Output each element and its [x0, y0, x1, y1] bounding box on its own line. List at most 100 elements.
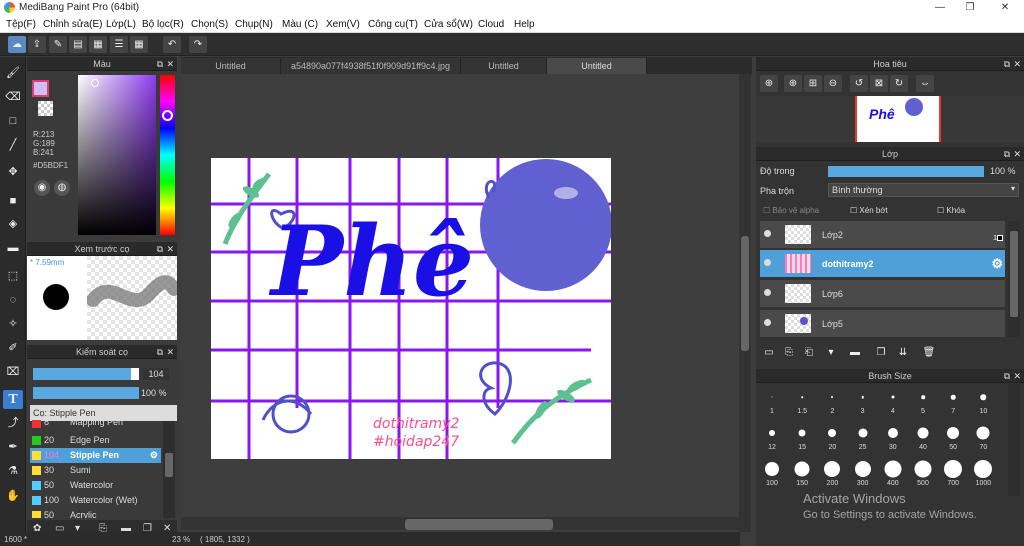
zoom-out-icon[interactable]: ⊖ — [824, 75, 842, 92]
lasso-tool-icon[interactable]: ◌ — [3, 291, 23, 310]
brush-size-700[interactable]: 700 — [938, 457, 968, 487]
brush-item-watercolor-wet[interactable]: 100 Watercolor (Wet) — [30, 493, 161, 508]
secondary-color-swatch[interactable] — [38, 101, 53, 116]
brush-size-scrollbar[interactable] — [1008, 384, 1020, 496]
brush-list-scrollbar[interactable] — [163, 421, 175, 518]
brush-size-300[interactable]: 300 — [848, 457, 878, 487]
document-icon[interactable]: ▦ — [89, 36, 107, 53]
layer-add-menu-icon[interactable]: ▾ — [822, 344, 840, 361]
brush-size-50[interactable]: 50 — [938, 421, 968, 451]
float-icon[interactable]: ⧉ — [1004, 147, 1010, 161]
brush-search-input[interactable]: Cọ: Stipple Pen — [30, 405, 177, 421]
tab-untitled-active[interactable]: Untitled — [547, 58, 647, 74]
shape-tool-icon[interactable]: □ — [3, 112, 23, 131]
brush-size-1000[interactable]: 1000 — [968, 457, 998, 487]
brush-size-25[interactable]: 25 — [848, 421, 878, 451]
brush-size-200[interactable]: 200 — [817, 457, 847, 487]
brush-size-30[interactable]: 30 — [878, 421, 908, 451]
clip-checkbox[interactable]: ☐ Xén bớt — [850, 206, 888, 215]
select-rect-tool-icon[interactable]: ⬚ — [3, 267, 23, 286]
layer-row-lop6[interactable]: Lớp6 — [760, 280, 1005, 308]
eye-icon[interactable] — [764, 259, 771, 266]
minimize-button[interactable]: — — [925, 0, 955, 16]
brush-size-100[interactable]: 100 — [757, 457, 787, 487]
brush-size-500[interactable]: 500 — [908, 457, 938, 487]
maximize-button[interactable]: ❐ — [955, 0, 985, 16]
fit-window-icon[interactable]: ⊠ — [870, 75, 888, 92]
fill-rect-tool-icon[interactable]: ■ — [3, 192, 23, 211]
primary-color-swatch[interactable] — [32, 80, 49, 97]
saturation-value-picker[interactable] — [78, 75, 156, 235]
size-slider[interactable] — [33, 368, 139, 380]
tab-image-file[interactable]: a54890a077f4938f51f0f909d91ff9c4.jpg — [281, 58, 461, 74]
brush-tool-icon[interactable]: 🖌 — [3, 64, 23, 83]
eye-icon[interactable] — [764, 230, 771, 237]
tab-untitled-1[interactable]: Untitled — [181, 58, 281, 74]
tab-untitled-2[interactable]: Untitled — [461, 58, 547, 74]
trash-icon[interactable]: 🗑 — [920, 344, 938, 361]
brush-item-acrylic[interactable]: 50 Acrylic — [30, 508, 161, 518]
brush-size-7[interactable]: 7 — [938, 385, 968, 415]
layer-row-lop5[interactable]: Lớp5 — [760, 310, 1005, 338]
grid-icon[interactable]: ▦ — [130, 36, 148, 53]
menu-file[interactable]: Tệp(F) — [6, 19, 36, 30]
redo-icon[interactable]: ↷ — [189, 36, 207, 53]
brush-item-mapping-pen[interactable]: 8 Mapping Pen — [30, 420, 161, 428]
menu-view[interactable]: Xem(V) — [326, 19, 360, 30]
brush-size-3[interactable]: 3 — [848, 385, 878, 415]
eyedropper-tool-icon[interactable]: ⚗ — [3, 462, 23, 481]
blend-mode-select[interactable]: Bình thường ▾ — [828, 183, 1019, 197]
close-window-button[interactable]: ✕ — [990, 0, 1020, 16]
hand-tool-icon[interactable]: ✋ — [3, 487, 23, 506]
brush-size-20[interactable]: 20 — [817, 421, 847, 451]
gradient-tool-icon[interactable]: ▬ — [3, 239, 23, 258]
menu-cloud[interactable]: Cloud — [478, 19, 504, 30]
new-layer-icon[interactable]: ▭ — [760, 344, 778, 361]
close-icon[interactable]: ✕ — [1013, 147, 1021, 161]
gear-icon[interactable]: ⚙ — [150, 448, 158, 463]
operation-tool-icon[interactable]: ⤴ — [3, 414, 23, 433]
brush-size-150[interactable]: 150 — [787, 457, 817, 487]
brush-size-70[interactable]: 70 — [968, 421, 998, 451]
size-value[interactable]: 104 — [143, 368, 169, 380]
zoom-in-icon[interactable]: ⊕ — [784, 75, 802, 92]
brush-item-sumi[interactable]: 30 Sumi — [30, 463, 161, 478]
brush-size-1.5[interactable]: 1.5 — [787, 385, 817, 415]
float-icon[interactable]: ⧉ — [157, 57, 163, 71]
float-icon[interactable]: ⧉ — [157, 242, 163, 256]
share-icon[interactable]: ⇪ — [28, 36, 46, 53]
menu-color[interactable]: Màu (C) — [282, 19, 318, 30]
brush-size-2[interactable]: 2 — [817, 385, 847, 415]
menu-capture[interactable]: Chụp(N) — [235, 19, 273, 30]
select-pen-tool-icon[interactable]: ✐ — [3, 339, 23, 358]
eye-icon[interactable] — [764, 319, 771, 326]
merge-layer-icon[interactable]: ⇊ — [894, 344, 912, 361]
canvas-vertical-thumb[interactable] — [741, 236, 749, 351]
list-icon[interactable]: ☰ — [110, 36, 128, 53]
layer-folder-icon[interactable]: ▬ — [846, 344, 864, 361]
menu-filter[interactable]: Bộ lọc(R) — [142, 19, 184, 30]
palette-icon[interactable]: ◉ — [34, 180, 50, 196]
zoom-fit-icon[interactable]: ⊕ — [760, 75, 778, 92]
menu-window[interactable]: Cửa sổ(W) — [424, 19, 473, 30]
menu-edit[interactable]: Chỉnh sửa(E) — [43, 19, 103, 30]
undo-icon[interactable]: ↶ — [163, 36, 181, 53]
brush-size-4[interactable]: 4 — [878, 385, 908, 415]
magic-wand-tool-icon[interactable]: ✧ — [3, 315, 23, 334]
brush-size-12[interactable]: 12 — [757, 421, 787, 451]
rotate-left-icon[interactable]: ↺ — [850, 75, 868, 92]
text-tool-icon[interactable]: T — [3, 390, 23, 409]
protect-alpha-checkbox[interactable]: ☐ Bảo vệ alpha — [763, 206, 819, 215]
float-icon[interactable]: ⧉ — [1004, 57, 1010, 71]
brush-size-5[interactable]: 5 — [908, 385, 938, 415]
gear-icon[interactable]: ⚙ — [991, 256, 1003, 272]
menu-layer[interactable]: Lớp(L) — [106, 19, 136, 30]
eraser-tool-icon[interactable]: ⌫ — [3, 88, 23, 107]
float-icon[interactable]: ⧉ — [157, 345, 163, 359]
cloud-icon[interactable]: ☁ — [8, 36, 26, 53]
bucket-tool-icon[interactable]: ◈ — [3, 215, 23, 234]
menu-help[interactable]: Help — [514, 19, 535, 30]
float-icon[interactable]: ⧉ — [1004, 369, 1010, 383]
new-8bit-layer-icon[interactable]: ⎘ — [780, 344, 798, 361]
close-icon[interactable]: ✕ — [1013, 57, 1021, 71]
